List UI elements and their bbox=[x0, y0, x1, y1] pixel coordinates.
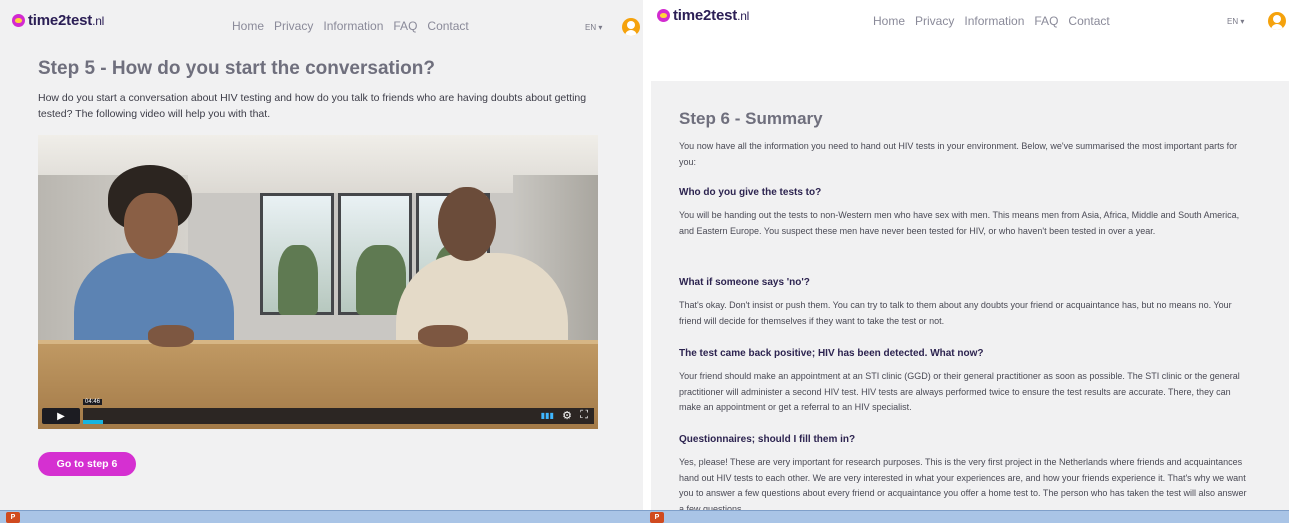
taskbar: P P bbox=[0, 510, 1289, 523]
nav-privacy[interactable]: Privacy bbox=[274, 19, 313, 33]
intro-text: How do you start a conversation about HI… bbox=[38, 92, 587, 120]
right-window: time2test.nl Home Privacy Information FA… bbox=[645, 0, 1289, 510]
nav-information[interactable]: Information bbox=[964, 14, 1024, 28]
logo-name: time2test bbox=[673, 7, 738, 24]
logo-heart-icon bbox=[657, 9, 670, 22]
section-text: Your friend should make an appointment a… bbox=[679, 371, 1240, 412]
user-account-icon[interactable] bbox=[1268, 12, 1286, 30]
video-player[interactable]: ▶ 04:46 ▮▮▮ ⚙ ⛶ bbox=[38, 135, 598, 429]
logo-tld: .nl bbox=[92, 14, 105, 28]
nav-faq[interactable]: FAQ bbox=[393, 19, 417, 33]
section-heading: Who do you give the tests to? bbox=[679, 187, 822, 198]
seek-bar[interactable]: 04:46 ▮▮▮ ⚙ ⛶ bbox=[83, 399, 594, 424]
play-button[interactable]: ▶ bbox=[42, 408, 80, 424]
nav-contact[interactable]: Contact bbox=[427, 19, 468, 33]
navbar: time2test.nl Home Privacy Information FA… bbox=[0, 0, 643, 46]
nav-faq[interactable]: FAQ bbox=[1034, 14, 1058, 28]
site-logo[interactable]: time2test.nl bbox=[657, 7, 749, 24]
fullscreen-icon[interactable]: ⛶ bbox=[580, 409, 588, 422]
user-account-icon[interactable] bbox=[622, 18, 640, 36]
video-duration: 04:46 bbox=[83, 399, 103, 405]
site-logo[interactable]: time2test.nl bbox=[12, 12, 104, 29]
section-text: That's okay. Don't insist or push them. … bbox=[679, 300, 1232, 326]
section-heading: Questionnaires; should I fill them in? bbox=[679, 434, 856, 445]
powerpoint-icon[interactable]: P bbox=[6, 512, 20, 523]
page-title: Step 6 - Summary bbox=[679, 109, 823, 128]
page-title: Step 5 - How do you start the conversati… bbox=[38, 58, 435, 79]
nav-home[interactable]: Home bbox=[232, 19, 264, 33]
powerpoint-icon[interactable]: P bbox=[650, 512, 664, 523]
settings-gear-icon[interactable]: ⚙ bbox=[562, 409, 572, 422]
summary-intro: You now have all the information you nee… bbox=[679, 141, 1238, 167]
section-text: You will be handing out the tests to non… bbox=[679, 210, 1240, 236]
video-controls: ▶ 04:46 ▮▮▮ ⚙ ⛶ bbox=[42, 399, 594, 425]
logo-tld: .nl bbox=[737, 9, 750, 23]
nav-links: Home Privacy Information FAQ Contact bbox=[873, 14, 1110, 28]
section-heading: The test came back positive; HIV has bee… bbox=[679, 348, 984, 359]
section-heading: What if someone says 'no'? bbox=[679, 277, 810, 288]
navbar: time2test.nl Home Privacy Information FA… bbox=[645, 0, 1289, 46]
nav-home[interactable]: Home bbox=[873, 14, 905, 28]
language-selector[interactable]: EN ▾ bbox=[1227, 17, 1244, 26]
seek-progress bbox=[83, 420, 104, 424]
volume-icon[interactable]: ▮▮▮ bbox=[541, 411, 554, 420]
nav-privacy[interactable]: Privacy bbox=[915, 14, 954, 28]
language-selector[interactable]: EN ▾ bbox=[585, 23, 602, 32]
section-text: Yes, please! These are very important fo… bbox=[679, 457, 1247, 510]
nav-links: Home Privacy Information FAQ Contact bbox=[232, 19, 469, 33]
play-icon: ▶ bbox=[57, 410, 65, 422]
nav-contact[interactable]: Contact bbox=[1068, 14, 1109, 28]
summary-card: Step 6 - Summary You now have all the in… bbox=[651, 81, 1289, 510]
left-window: time2test.nl Home Privacy Information FA… bbox=[0, 0, 643, 510]
logo-heart-icon bbox=[12, 14, 25, 27]
nav-information[interactable]: Information bbox=[323, 19, 383, 33]
logo-name: time2test bbox=[28, 12, 93, 29]
go-to-step-6-button[interactable]: Go to step 6 bbox=[38, 452, 136, 476]
